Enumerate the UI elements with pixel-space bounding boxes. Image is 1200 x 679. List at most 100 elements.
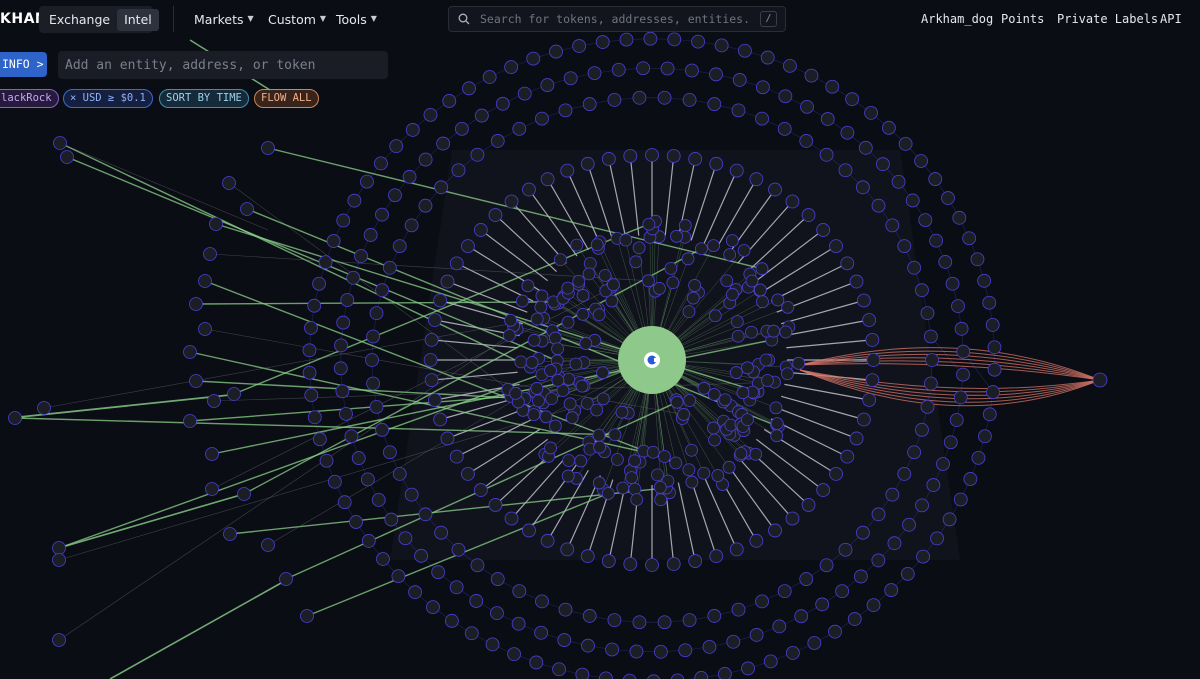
graph-node[interactable]: [871, 553, 886, 568]
graph-node[interactable]: [404, 218, 419, 233]
graph-node[interactable]: [685, 63, 699, 78]
graph-node[interactable]: [629, 255, 643, 269]
graph-node[interactable]: [666, 149, 681, 163]
graph-node[interactable]: [424, 373, 439, 387]
graph-node[interactable]: [778, 89, 793, 104]
user-account-link[interactable]: Arkham_dog: [921, 12, 993, 26]
graph-node[interactable]: [720, 274, 734, 288]
exchange-mode-button[interactable]: Exchange: [42, 9, 117, 31]
graph-node[interactable]: [858, 140, 873, 155]
graph-node[interactable]: [769, 401, 783, 415]
graph-node[interactable]: [375, 283, 389, 298]
graph-node[interactable]: [920, 399, 935, 414]
graph-node[interactable]: [882, 120, 896, 135]
graph-node[interactable]: [884, 583, 899, 597]
graph-node[interactable]: [307, 410, 322, 425]
graph-node[interactable]: [897, 466, 912, 481]
graph-node[interactable]: [741, 661, 755, 676]
graph-node[interactable]: [619, 233, 633, 247]
graph-node[interactable]: [312, 276, 326, 291]
graph-node[interactable]: [847, 612, 862, 626]
graph-node[interactable]: [532, 394, 545, 408]
graph-node[interactable]: [653, 644, 668, 659]
graph-node[interactable]: [815, 597, 830, 612]
graph-node[interactable]: [418, 152, 433, 167]
graph-node[interactable]: [799, 572, 814, 586]
graph-node[interactable]: [682, 305, 696, 319]
graph-node[interactable]: [745, 325, 758, 339]
graph-node[interactable]: [535, 111, 549, 126]
add-entity-input[interactable]: [65, 56, 375, 74]
graph-nodes[interactable]: [8, 31, 1108, 679]
graph-node[interactable]: [335, 384, 350, 399]
graph-node[interactable]: [682, 613, 697, 628]
graph-node[interactable]: [725, 288, 739, 301]
graph-node[interactable]: [819, 558, 834, 573]
graph-node[interactable]: [549, 331, 562, 345]
graph-node[interactable]: [731, 329, 745, 343]
graph-node[interactable]: [424, 333, 439, 347]
graph-node[interactable]: [741, 413, 754, 427]
graph-node[interactable]: [530, 382, 544, 395]
graph-node[interactable]: [433, 412, 448, 427]
graph-node[interactable]: [203, 247, 217, 261]
graph-node[interactable]: [800, 99, 814, 114]
graph-node[interactable]: [574, 454, 588, 468]
graph-node[interactable]: [347, 193, 362, 208]
graph-node[interactable]: [561, 469, 575, 483]
graph-node[interactable]: [702, 639, 717, 654]
graph-node[interactable]: [388, 188, 402, 203]
graph-node[interactable]: [681, 252, 695, 266]
graph-node[interactable]: [781, 367, 794, 381]
graph-node[interactable]: [207, 394, 221, 408]
graph-node[interactable]: [319, 453, 334, 468]
graph-node[interactable]: [801, 498, 816, 512]
graph-node[interactable]: [985, 318, 1000, 332]
graph-node[interactable]: [845, 92, 860, 107]
graph-node[interactable]: [670, 395, 684, 409]
graph-node[interactable]: [391, 569, 406, 584]
graph-node[interactable]: [344, 429, 359, 444]
graph-node[interactable]: [464, 626, 479, 641]
graph-node[interactable]: [223, 527, 237, 541]
graph-node[interactable]: [340, 293, 355, 307]
graph-node[interactable]: [596, 366, 610, 380]
graph-node[interactable]: [590, 238, 604, 252]
graph-node[interactable]: [707, 421, 720, 435]
graph-node[interactable]: [707, 609, 722, 623]
graph-node[interactable]: [601, 487, 615, 500]
graph-node[interactable]: [539, 410, 553, 424]
graph-node[interactable]: [576, 289, 590, 302]
graph-node[interactable]: [695, 242, 708, 256]
graph-node[interactable]: [856, 412, 871, 427]
graph-node[interactable]: [423, 353, 438, 367]
graph-node[interactable]: [749, 172, 764, 187]
graph-node[interactable]: [855, 525, 870, 540]
graph-node[interactable]: [371, 492, 386, 507]
graph-node[interactable]: [575, 379, 589, 393]
graph-node[interactable]: [669, 456, 683, 470]
api-link[interactable]: API: [1160, 12, 1182, 26]
graph-node[interactable]: [515, 294, 529, 308]
graph-node[interactable]: [977, 273, 992, 288]
graph-node[interactable]: [576, 307, 590, 321]
graph-node[interactable]: [535, 289, 549, 303]
graph-node[interactable]: [759, 353, 773, 367]
graph-node[interactable]: [361, 534, 376, 548]
graph-node[interactable]: [398, 531, 413, 546]
graph-node[interactable]: [551, 373, 565, 387]
graph-node[interactable]: [592, 428, 606, 442]
graph-node[interactable]: [887, 536, 902, 551]
graph-node[interactable]: [755, 262, 769, 276]
graph-node[interactable]: [205, 447, 219, 461]
graph-node[interactable]: [963, 472, 978, 486]
graph-node[interactable]: [304, 321, 318, 335]
graph-node[interactable]: [318, 255, 333, 270]
graph-node[interactable]: [414, 548, 429, 563]
graph-node[interactable]: [982, 407, 997, 422]
graph-node[interactable]: [866, 598, 881, 613]
graph-node[interactable]: [530, 312, 544, 326]
graph-node[interactable]: [978, 429, 992, 444]
graph-node[interactable]: [611, 62, 626, 77]
graph-node[interactable]: [511, 616, 526, 631]
